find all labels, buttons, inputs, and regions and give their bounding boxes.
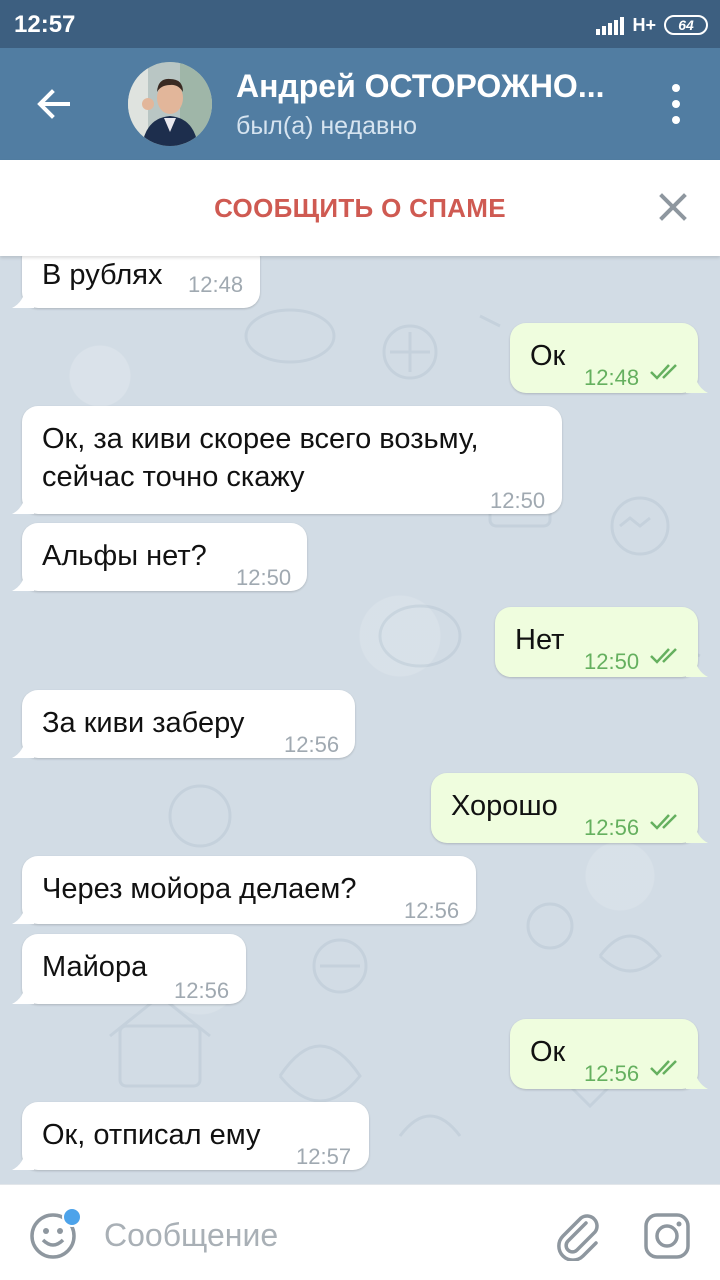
message-incoming[interactable]: Альфы нет? 12:50 — [12, 523, 307, 591]
message-text: Ок, отписал ему — [42, 1119, 261, 1151]
message-outgoing[interactable]: Нет 12:50 — [495, 607, 708, 677]
message-outgoing[interactable]: Ок 12:56 — [510, 1019, 708, 1089]
message-incoming[interactable]: Майора 12:56 — [12, 934, 246, 1004]
double-check-icon — [650, 814, 677, 830]
message-time: 12:50 — [584, 649, 640, 674]
more-vertical-icon[interactable] — [658, 84, 694, 124]
battery-icon: 64 — [664, 15, 708, 35]
message-text-line-2: сейчас точно скажу — [42, 461, 305, 493]
message-time: 12:56 — [584, 815, 640, 840]
signal-icon — [596, 15, 625, 35]
message-outgoing[interactable]: Хорошо 12:56 — [431, 773, 708, 843]
chat-header: Андрей ОСТОРОЖНО... был(а) недавно — [0, 48, 720, 160]
message-incoming[interactable]: Через мойора делаем? 12:56 — [12, 856, 476, 924]
double-check-icon — [650, 648, 677, 664]
message-text: В рублях — [42, 259, 163, 291]
message-text: Ок — [530, 1036, 566, 1068]
message-time: 12:48 — [188, 272, 244, 297]
message-input[interactable]: Сообщение — [104, 1217, 278, 1254]
notification-dot — [62, 1207, 82, 1227]
message-time: 12:56 — [284, 732, 340, 757]
status-time: 12:57 — [14, 11, 76, 38]
message-text: Нет — [515, 624, 565, 656]
message-composer: Сообщение — [0, 1184, 720, 1280]
message-time: 12:56 — [584, 1061, 640, 1086]
close-icon[interactable] — [656, 190, 690, 224]
message-text: Майора — [42, 951, 148, 983]
report-spam-button[interactable]: СООБЩИТЬ О СПАМЕ — [0, 193, 720, 224]
contact-name[interactable]: Андрей ОСТОРОЖНО... — [236, 68, 604, 105]
paperclip-icon[interactable] — [552, 1209, 604, 1261]
message-text: Альфы нет? — [42, 540, 207, 572]
message-text: Ок — [530, 340, 566, 372]
message-text: Хорошо — [451, 790, 558, 822]
message-outgoing[interactable]: Ок 12:48 — [510, 323, 708, 393]
report-spam-bar: СООБЩИТЬ О СПАМЕ — [0, 160, 720, 256]
message-incoming[interactable]: Ок, отписал ему 12:57 — [12, 1102, 369, 1170]
double-check-icon — [650, 1060, 677, 1076]
message-time: 12:56 — [404, 898, 460, 923]
message-incoming[interactable]: Ок, за киви скорее всего возьму, сейчас … — [12, 406, 562, 514]
message-incoming[interactable]: За киви заберу 12:56 — [12, 690, 355, 758]
camera-icon[interactable] — [642, 1211, 692, 1261]
status-icons: H+ 64 — [596, 12, 708, 38]
message-list[interactable]: В рублях 12:48 Ок 12:48 Ок, за киви скор… — [0, 256, 720, 1184]
message-time: 12:50 — [236, 565, 292, 590]
double-check-icon — [650, 364, 677, 380]
message-time: 12:57 — [296, 1144, 352, 1169]
network-type: H+ — [632, 14, 656, 35]
message-time: 12:56 — [174, 978, 230, 1003]
message-text: Ок, за киви скорее всего возьму, — [42, 423, 479, 455]
last-seen-status: был(а) недавно — [236, 112, 418, 140]
message-text: Через мойора делаем? — [42, 873, 357, 905]
message-incoming[interactable]: В рублях 12:48 — [12, 256, 260, 308]
message-time: 12:50 — [490, 488, 546, 513]
message-text: За киви заберу — [42, 707, 245, 739]
avatar[interactable] — [128, 62, 212, 146]
message-time: 12:48 — [584, 365, 640, 390]
arrow-left-icon[interactable] — [28, 78, 80, 130]
status-bar: 12:57 H+ 64 — [0, 0, 720, 48]
